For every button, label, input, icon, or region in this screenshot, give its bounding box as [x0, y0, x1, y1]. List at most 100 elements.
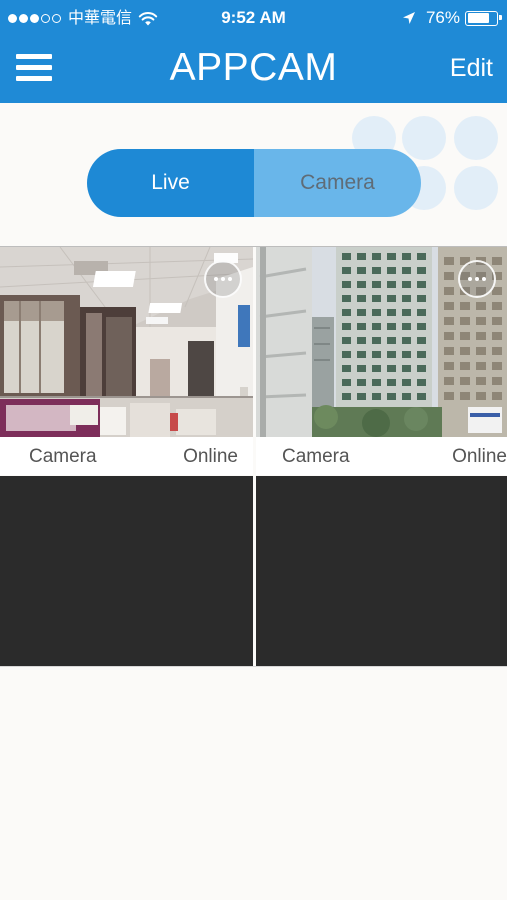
- building-window: [387, 337, 396, 344]
- building-window: [372, 295, 381, 302]
- status-bar: 中華電信 9:52 AM 76%: [0, 0, 507, 36]
- segment-camera[interactable]: Camera: [254, 149, 421, 217]
- building-window: [476, 317, 486, 325]
- building-window: [417, 267, 426, 274]
- segment-live[interactable]: Live: [87, 149, 254, 217]
- building-window: [387, 379, 396, 386]
- building-window: [372, 323, 381, 330]
- building-window: [387, 393, 396, 400]
- building-window: [444, 317, 454, 325]
- building-window: [402, 351, 411, 358]
- building-window: [357, 351, 366, 358]
- building-window: [372, 393, 381, 400]
- building-window: [417, 393, 426, 400]
- building-window: [357, 323, 366, 330]
- building-window: [357, 393, 366, 400]
- camera-status: Online: [183, 446, 238, 467]
- grid-bottom-divider: [0, 666, 507, 667]
- building-window: [357, 267, 366, 274]
- building-window: [492, 317, 502, 325]
- app-title: APPCAM: [169, 46, 338, 89]
- building-window: [460, 347, 470, 355]
- building-window: [402, 295, 411, 302]
- building-window: [342, 295, 351, 302]
- building-window: [444, 302, 454, 310]
- building-window: [444, 332, 454, 340]
- building-window: [387, 351, 396, 358]
- building-window: [342, 281, 351, 288]
- more-options-icon[interactable]: [458, 260, 496, 298]
- building-window: [357, 253, 366, 260]
- building-window: [387, 309, 396, 316]
- camera-caption: Camera Online: [256, 437, 507, 475]
- building-window: [444, 392, 454, 400]
- building-window: [357, 309, 366, 316]
- building-window: [492, 347, 502, 355]
- building-window: [357, 281, 366, 288]
- building-window: [402, 253, 411, 260]
- building-window: [342, 337, 351, 344]
- camera-name: Camera: [29, 446, 97, 467]
- empty-camera-slot[interactable]: [256, 476, 507, 666]
- building-window: [492, 302, 502, 310]
- building-window: [372, 337, 381, 344]
- building-window: [460, 392, 470, 400]
- building-window: [444, 257, 454, 265]
- building-window: [372, 379, 381, 386]
- building-window: [402, 323, 411, 330]
- building-window: [342, 309, 351, 316]
- building-window: [492, 392, 502, 400]
- building-window: [476, 392, 486, 400]
- building-window: [372, 351, 381, 358]
- building-window: [357, 365, 366, 372]
- building-window: [460, 302, 470, 310]
- building-window: [402, 393, 411, 400]
- building-window: [402, 281, 411, 288]
- building-window: [357, 337, 366, 344]
- building-window: [342, 253, 351, 260]
- battery-icon: [465, 10, 502, 26]
- building-window: [476, 302, 486, 310]
- camera-feed-office[interactable]: [0, 247, 253, 437]
- building-window: [372, 281, 381, 288]
- building-window: [417, 337, 426, 344]
- building-window: [476, 377, 486, 385]
- building-window: [357, 295, 366, 302]
- building-window: [417, 253, 426, 260]
- more-options-icon[interactable]: [204, 260, 242, 298]
- building-window: [402, 337, 411, 344]
- camera-status: Online: [452, 446, 507, 467]
- building-window: [444, 362, 454, 370]
- building-window: [402, 365, 411, 372]
- camera-feed-outdoor[interactable]: [256, 247, 507, 437]
- building-window: [372, 309, 381, 316]
- view-mode-segmented-control: Live Camera: [87, 149, 421, 217]
- building-window: [372, 253, 381, 260]
- camera-name: Camera: [282, 446, 350, 467]
- building-window: [342, 393, 351, 400]
- building-window: [342, 323, 351, 330]
- grid-divider: [253, 247, 256, 667]
- building-window: [402, 309, 411, 316]
- building-window: [444, 347, 454, 355]
- building-window: [387, 323, 396, 330]
- building-window: [492, 332, 502, 340]
- edit-button[interactable]: Edit: [450, 53, 493, 83]
- building-window: [417, 281, 426, 288]
- building-window: [417, 295, 426, 302]
- building-window: [372, 365, 381, 372]
- building-window: [460, 362, 470, 370]
- building-window: [402, 267, 411, 274]
- building-window: [357, 379, 366, 386]
- building-window: [492, 377, 502, 385]
- building-window: [444, 287, 454, 295]
- status-right: 76%: [402, 8, 502, 28]
- nav-bar: APPCAM Edit: [0, 36, 507, 103]
- camera-caption: Camera Online: [0, 437, 253, 475]
- empty-camera-slot[interactable]: [0, 476, 253, 666]
- building-window: [387, 295, 396, 302]
- building-window: [476, 362, 486, 370]
- building-window: [342, 267, 351, 274]
- building-window: [342, 379, 351, 386]
- building-window: [342, 365, 351, 372]
